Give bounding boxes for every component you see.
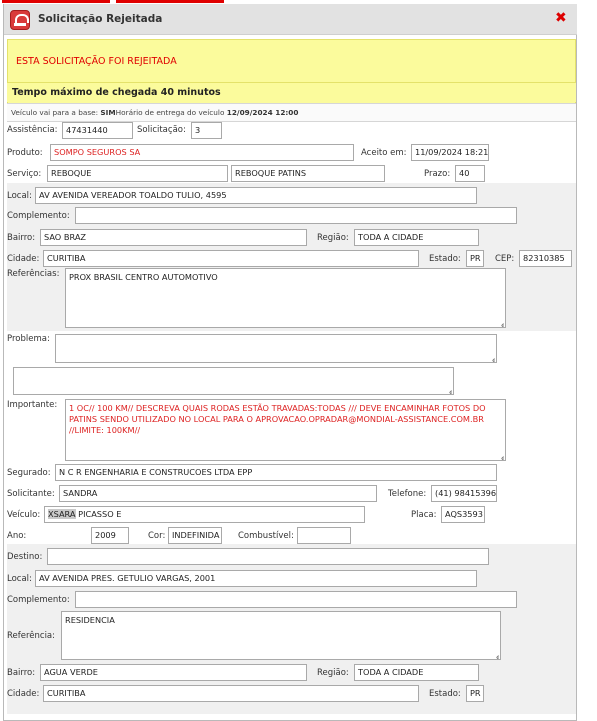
assistencia-label: Assistência:	[7, 125, 58, 135]
referencias-text: PROX BRASIL CENTRO AUTOMOTIVO	[69, 272, 218, 282]
servico-label: Serviço:	[7, 169, 42, 179]
dest-estado-label: Estado:	[429, 689, 461, 699]
top-tab-indicator-1	[2, 0, 110, 3]
aceito-em-label: Aceito em:	[361, 148, 407, 158]
dest-cidade-field[interactable]: CURITIBA	[43, 685, 419, 702]
estado-field[interactable]: PR	[466, 250, 484, 267]
solicitante-field[interactable]: SANDRA	[59, 485, 377, 502]
solicitacao-field[interactable]: 3	[191, 122, 222, 139]
dest-referencia-label: Referência:	[7, 631, 56, 641]
problema-extra-textarea[interactable]	[13, 367, 454, 395]
dialog-titlebar: Solicitação Rejeitada ✖	[4, 4, 577, 35]
problema-textarea[interactable]	[55, 334, 497, 363]
dest-complemento-field[interactable]	[75, 591, 517, 608]
resize-grip-icon[interactable]	[498, 453, 504, 459]
dest-regiao-label: Região:	[317, 668, 349, 678]
dest-local-field[interactable]: AV AVENIDA PRES. GETULIO VARGAS, 2001	[35, 570, 477, 587]
combustivel-label: Combustível:	[238, 531, 294, 541]
importante-label: Importante:	[7, 400, 58, 410]
regiao-field[interactable]: TODA A CIDADE	[354, 229, 479, 246]
dest-referencia-textarea[interactable]: RESIDENCIA	[61, 611, 501, 660]
dest-regiao-field[interactable]: TODA A CIDADE	[354, 664, 479, 681]
info-base-flag: SIM	[100, 108, 116, 117]
vehicle-base-info: Veículo vai para a base: SIMHorário de e…	[7, 103, 576, 122]
estado-label: Estado:	[429, 254, 461, 264]
servico-type-field[interactable]: REBOQUE PATINS	[231, 165, 385, 182]
app-logo-icon	[10, 10, 30, 30]
placa-field[interactable]: AQS3593	[441, 506, 485, 523]
info-delivery-datetime: 12/09/2024 12:00	[226, 108, 299, 117]
cidade-field[interactable]: CURITIBA	[43, 250, 419, 267]
max-arrival-time: Tempo máximo de chegada 40 minutos	[12, 87, 221, 98]
complemento-label: Complemento:	[7, 211, 70, 221]
bairro-field[interactable]: SAO BRAZ	[40, 229, 307, 246]
resize-grip-icon[interactable]	[493, 652, 499, 658]
referencias-label: Referências:	[7, 269, 60, 279]
cidade-label: Cidade:	[7, 254, 40, 264]
telefone-label: Telefone:	[388, 489, 427, 499]
veiculo-rest-text: PICASSO E	[75, 509, 122, 519]
cor-label: Cor:	[148, 531, 166, 541]
veiculo-label: Veículo:	[7, 510, 41, 520]
local-field[interactable]: AV AVENIDA VEREADOR TOALDO TULIO, 4595	[35, 187, 477, 204]
bairro-label: Bairro:	[7, 233, 36, 243]
dest-cidade-label: Cidade:	[7, 689, 40, 699]
cep-field[interactable]: 82310385	[519, 250, 572, 267]
solicitacao-label: Solicitação:	[137, 125, 186, 135]
dest-bairro-label: Bairro:	[7, 668, 36, 678]
rejected-request-dialog: Solicitação Rejeitada ✖ ESTA SOLICITAÇÃO…	[3, 4, 577, 721]
produto-field[interactable]: SOMPO SEGUROS SA	[50, 144, 354, 161]
dest-referencia-text: RESIDENCIA	[65, 615, 115, 625]
dest-estado-field[interactable]: PR	[466, 685, 484, 702]
local-label: Local:	[7, 191, 32, 201]
solicitante-label: Solicitante:	[7, 489, 55, 499]
segurado-field[interactable]: N C R ENGENHARIA E CONSTRUCOES LTDA EPP	[55, 464, 497, 481]
cor-field[interactable]: INDEFINIDA	[168, 527, 222, 544]
cep-label: CEP:	[495, 254, 515, 264]
resize-grip-icon[interactable]	[489, 355, 495, 361]
close-icon[interactable]: ✖	[555, 10, 567, 26]
info-delivery-label: Horário de entrega do veículo	[115, 108, 225, 117]
top-tab-indicator-2	[116, 0, 224, 3]
aceito-em-field[interactable]: 11/09/2024 18:21	[411, 144, 489, 161]
problema-label: Problema:	[7, 334, 50, 344]
max-time-banner: Tempo máximo de chegada 40 minutos	[7, 82, 576, 102]
veiculo-selected-text: XSARA	[48, 509, 76, 519]
rejected-message: ESTA SOLICITAÇÃO FOI REJEITADA	[16, 56, 177, 67]
referencias-textarea[interactable]: PROX BRASIL CENTRO AUTOMOTIVO	[65, 268, 506, 328]
assistencia-field[interactable]: 47431440	[62, 122, 133, 139]
dest-bairro-field[interactable]: AGUA VERDE	[40, 664, 307, 681]
prazo-field[interactable]: 40	[455, 165, 485, 182]
dest-complemento-label: Complemento:	[7, 595, 70, 605]
importante-textarea[interactable]: 1 OC// 100 KM// DESCREVA QUAIS RODAS EST…	[65, 399, 506, 461]
ano-field[interactable]: 2009	[91, 527, 129, 544]
ano-label: Ano:	[7, 531, 27, 541]
destino-field[interactable]	[47, 548, 489, 565]
resize-grip-icon[interactable]	[446, 387, 452, 393]
prazo-label: Prazo:	[424, 169, 451, 179]
complemento-field[interactable]	[75, 207, 517, 224]
segurado-label: Segurado:	[7, 468, 51, 478]
importante-text: 1 OC// 100 KM// DESCREVA QUAIS RODAS EST…	[69, 403, 486, 435]
destino-label: Destino:	[7, 552, 43, 562]
resize-grip-icon[interactable]	[498, 320, 504, 326]
servico-field[interactable]: REBOQUE	[47, 165, 228, 182]
produto-label: Produto:	[7, 148, 43, 158]
info-prefix: Veículo vai para a base:	[11, 108, 99, 117]
combustivel-field[interactable]	[297, 527, 351, 544]
dest-local-label: Local:	[7, 574, 32, 584]
placa-label: Placa:	[411, 510, 437, 520]
dialog-title: Solicitação Rejeitada	[38, 13, 163, 25]
telefone-field[interactable]: (41) 984153966	[431, 485, 497, 502]
veiculo-field[interactable]: XSARA PICASSO E	[44, 506, 365, 523]
regiao-label: Região:	[317, 233, 349, 243]
